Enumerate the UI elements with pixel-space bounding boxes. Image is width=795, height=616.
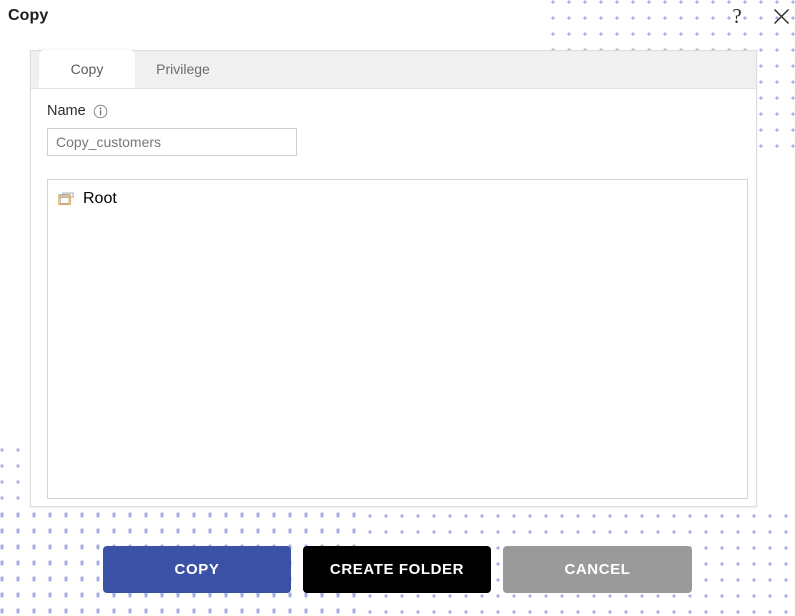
info-icon[interactable] bbox=[93, 104, 108, 119]
name-field-label-row: Name bbox=[47, 103, 740, 119]
page-title: Copy bbox=[8, 7, 49, 24]
tab-strip: Copy Privilege bbox=[31, 50, 756, 89]
folder-icon bbox=[58, 192, 74, 206]
copy-dialog-panel: Copy Privilege Name Copy_customers Root bbox=[30, 50, 757, 507]
dialog-button-bar: COPY CREATE FOLDER CANCEL bbox=[103, 546, 692, 593]
help-button[interactable]: ? bbox=[724, 3, 750, 29]
name-label: Name bbox=[47, 103, 86, 119]
tree-item-root-label: Root bbox=[83, 190, 117, 207]
cancel-button[interactable]: CANCEL bbox=[503, 546, 692, 593]
question-mark-icon: ? bbox=[732, 3, 742, 28]
close-icon bbox=[773, 8, 789, 24]
tab-copy[interactable]: Copy bbox=[39, 50, 135, 88]
folder-tree-box[interactable]: Root bbox=[47, 179, 748, 499]
tab-panel-copy: Name Root bbox=[31, 89, 756, 499]
create-folder-button[interactable]: CREATE FOLDER bbox=[303, 546, 491, 593]
close-button[interactable] bbox=[768, 3, 794, 29]
tree-item-root[interactable]: Root bbox=[58, 188, 123, 210]
window-header: Copy ? bbox=[0, 0, 795, 40]
name-input[interactable] bbox=[47, 128, 297, 156]
copy-button[interactable]: COPY bbox=[103, 546, 291, 593]
tab-privilege[interactable]: Privilege bbox=[135, 50, 231, 88]
